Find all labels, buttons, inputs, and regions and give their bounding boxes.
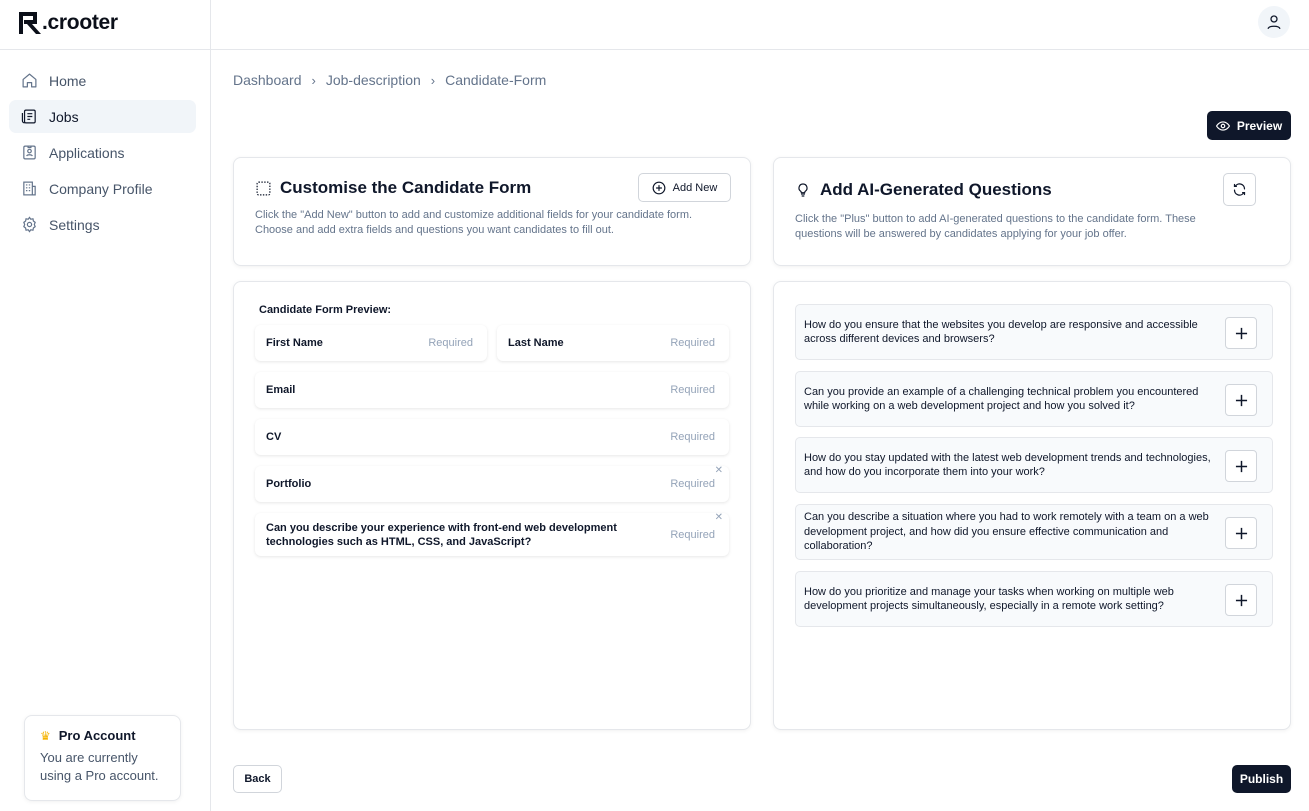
sidebar-item-label: Settings bbox=[49, 216, 100, 233]
required-tag: Required bbox=[670, 384, 715, 396]
sidebar-item-label: Company Profile bbox=[49, 180, 153, 197]
sidebar-item-settings[interactable]: Settings bbox=[9, 208, 196, 241]
crown-icon: ♛ bbox=[40, 728, 51, 743]
sidebar-item-label: Applications bbox=[49, 144, 125, 161]
required-tag: Required bbox=[428, 337, 473, 349]
ai-questions-list: How do you ensure that the websites you … bbox=[773, 281, 1291, 730]
pro-account-title: ♛ Pro Account bbox=[40, 728, 165, 743]
field-last-name[interactable]: Last Name Required bbox=[497, 325, 729, 361]
brand-logo[interactable]: .crooter bbox=[19, 10, 118, 36]
field-label: Last Name bbox=[508, 337, 564, 349]
avatar[interactable] bbox=[1258, 6, 1290, 38]
back-button[interactable]: Back bbox=[233, 765, 282, 793]
candidate-form-preview: Candidate Form Preview: First Name Requi… bbox=[233, 281, 751, 730]
customise-form-card: Customise the Candidate Form Add New Cli… bbox=[233, 157, 751, 266]
top-bar bbox=[211, 0, 1309, 50]
lightbulb-icon bbox=[795, 181, 811, 199]
home-icon bbox=[20, 72, 38, 90]
customise-form-title-text: Customise the Candidate Form bbox=[280, 178, 532, 197]
field-label: First Name bbox=[266, 337, 323, 349]
breadcrumb-job-description[interactable]: Job-description bbox=[326, 72, 421, 88]
add-new-label: Add New bbox=[672, 181, 718, 194]
add-question-button[interactable] bbox=[1225, 584, 1257, 616]
customise-form-title: Customise the Candidate Form bbox=[255, 178, 531, 198]
field-label: Email bbox=[266, 384, 296, 396]
customise-form-description: Click the "Add New" button to add and cu… bbox=[255, 209, 693, 236]
field-label: CV bbox=[266, 431, 282, 443]
plus-icon bbox=[1235, 527, 1248, 540]
list-item: How do you stay updated with the latest … bbox=[795, 437, 1273, 493]
eye-icon bbox=[1215, 119, 1230, 133]
plus-icon bbox=[1235, 594, 1248, 607]
applications-icon bbox=[20, 144, 38, 162]
breadcrumb-dashboard[interactable]: Dashboard bbox=[233, 72, 302, 88]
pro-account-title-text: Pro Account bbox=[58, 728, 136, 743]
field-cv[interactable]: CV Required bbox=[255, 419, 729, 455]
field-label: Portfolio bbox=[266, 478, 312, 490]
list-item: How do you ensure that the websites you … bbox=[795, 304, 1273, 360]
building-icon bbox=[20, 180, 38, 198]
sidebar: .crooter Home Jobs Applications Company bbox=[0, 0, 211, 811]
list-icon bbox=[255, 180, 272, 197]
refresh-icon bbox=[1232, 182, 1247, 197]
add-question-button[interactable] bbox=[1225, 317, 1257, 349]
sidebar-divider bbox=[0, 49, 211, 50]
sidebar-item-home[interactable]: Home bbox=[9, 64, 196, 97]
chevron-right-icon: › bbox=[311, 72, 316, 88]
jobs-icon bbox=[20, 108, 38, 126]
sidebar-item-label: Home bbox=[49, 72, 87, 89]
plus-circle-icon bbox=[652, 181, 666, 195]
list-item: Can you provide an example of a challeng… bbox=[795, 371, 1273, 427]
required-tag: Required bbox=[670, 431, 715, 443]
publish-button[interactable]: Publish bbox=[1232, 765, 1291, 793]
sidebar-nav: Home Jobs Applications Company Profile S… bbox=[9, 64, 196, 244]
add-question-button[interactable] bbox=[1225, 450, 1257, 482]
preview-button-label: Preview bbox=[1236, 118, 1283, 133]
add-question-button[interactable] bbox=[1225, 384, 1257, 416]
form-preview-heading: Candidate Form Preview: bbox=[259, 304, 392, 316]
question-text: How do you ensure that the websites you … bbox=[804, 318, 1198, 346]
gear-icon bbox=[20, 216, 38, 234]
sidebar-item-company-profile[interactable]: Company Profile bbox=[9, 172, 196, 205]
ai-questions-description: Click the "Plus" button to add AI-genera… bbox=[795, 213, 1196, 240]
question-text: How do you prioritize and manage your ta… bbox=[804, 585, 1174, 613]
ai-questions-title: Add AI-Generated Questions bbox=[795, 180, 1052, 200]
plus-icon bbox=[1235, 327, 1248, 340]
logo-mark-icon bbox=[19, 12, 41, 34]
field-first-name[interactable]: First Name Required bbox=[255, 325, 487, 361]
chevron-right-icon: › bbox=[430, 72, 436, 88]
plus-icon bbox=[1235, 460, 1248, 473]
question-text: Can you provide an example of a challeng… bbox=[804, 385, 1199, 413]
question-text: Can you describe a situation where you h… bbox=[804, 511, 1209, 553]
field-label: Can you describe your experience with fr… bbox=[266, 521, 617, 548]
sidebar-item-applications[interactable]: Applications bbox=[9, 136, 196, 169]
close-icon[interactable]: ✕ bbox=[715, 465, 723, 476]
sidebar-item-label: Jobs bbox=[49, 108, 79, 125]
field-portfolio[interactable]: Portfolio Required ✕ bbox=[255, 465, 729, 502]
required-tag: Required bbox=[670, 337, 715, 349]
required-tag: Required bbox=[670, 478, 715, 490]
required-tag: Required bbox=[670, 528, 715, 541]
preview-button[interactable]: Preview bbox=[1207, 111, 1291, 140]
refresh-button[interactable] bbox=[1223, 173, 1256, 206]
ai-questions-card: Add AI-Generated Questions Click the "Pl… bbox=[773, 157, 1291, 266]
breadcrumb-candidate-form[interactable]: Candidate-Form bbox=[445, 72, 546, 88]
sidebar-item-jobs[interactable]: Jobs bbox=[9, 100, 196, 133]
add-question-button[interactable] bbox=[1225, 517, 1257, 549]
user-icon bbox=[1265, 13, 1283, 31]
pro-account-text: You are currently using a Pro account. bbox=[40, 750, 159, 783]
add-new-button[interactable]: Add New bbox=[638, 173, 731, 202]
brand-name: .crooter bbox=[42, 11, 118, 34]
close-icon[interactable]: ✕ bbox=[715, 512, 723, 523]
pro-account-card: ♛ Pro Account You are currently using a … bbox=[24, 715, 181, 801]
question-text: How do you stay updated with the latest … bbox=[804, 451, 1211, 479]
field-email[interactable]: Email Required bbox=[255, 372, 729, 408]
list-item: Can you describe a situation where you h… bbox=[795, 504, 1273, 560]
breadcrumb: Dashboard › Job-description › Candidate-… bbox=[233, 72, 546, 88]
ai-questions-title-text: Add AI-Generated Questions bbox=[820, 180, 1052, 199]
plus-icon bbox=[1235, 394, 1248, 407]
list-item: How do you prioritize and manage your ta… bbox=[795, 571, 1273, 627]
field-custom-question[interactable]: Can you describe your experience with fr… bbox=[255, 512, 729, 556]
